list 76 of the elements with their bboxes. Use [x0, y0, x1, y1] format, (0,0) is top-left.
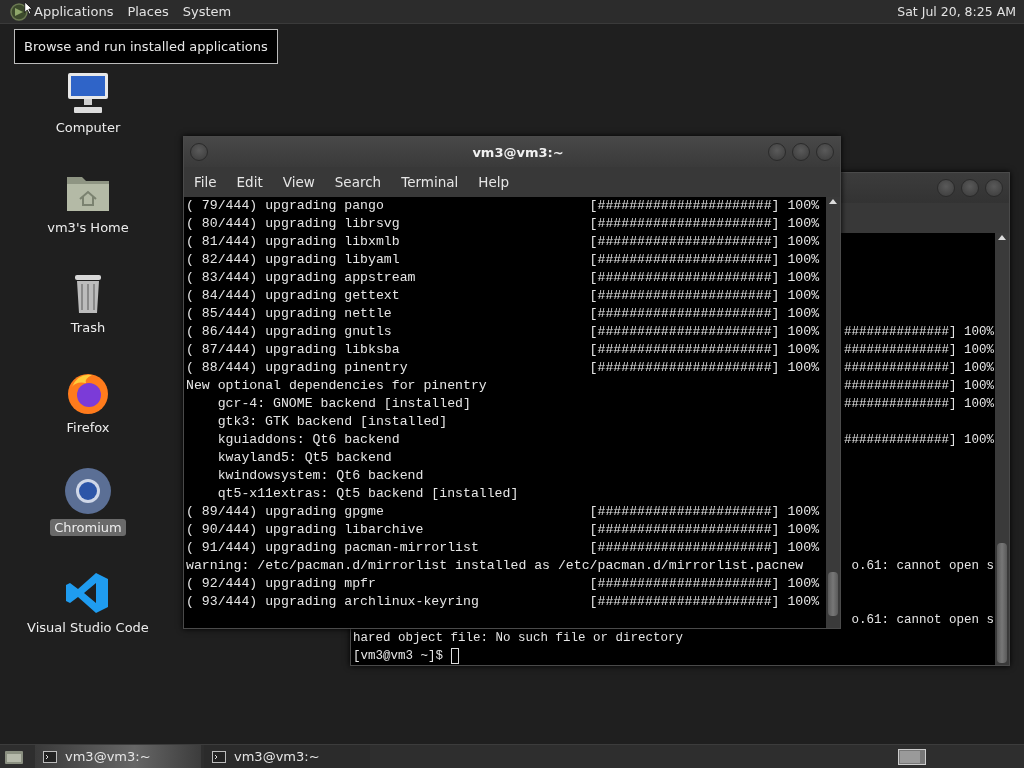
taskbar-button[interactable]: vm3@vm3:~ — [35, 745, 201, 768]
menu-item[interactable]: Edit — [236, 174, 263, 190]
menu-item[interactable]: Help — [478, 174, 510, 190]
panel-menu[interactable]: System — [182, 4, 232, 19]
terminal-line: ( 87/444) upgrading libksba — [186, 341, 401, 359]
desktop-icon-label[interactable]: Chromium — [50, 519, 126, 536]
show-desktop-icon[interactable] — [4, 748, 24, 765]
terminal-line: o.61: cannot open s — [851, 612, 994, 629]
terminal-line: hared object file: No such file or directory — [353, 630, 684, 647]
panel-menu[interactable]: Applications — [34, 4, 114, 19]
terminal-line: ##############] 100% — [843, 324, 994, 341]
menu-item[interactable]: View — [282, 174, 315, 190]
progress-text: [######################] 100% — [589, 593, 820, 611]
terminal-line: ( 93/444) upgrading archlinux-keyring — [186, 593, 480, 611]
workspace-switcher-icon[interactable] — [898, 748, 926, 765]
terminal-line: ( 85/444) upgrading nettle — [186, 305, 393, 323]
progress-text: [######################] 100% — [589, 305, 820, 323]
terminal-line: gtk3: GTK backend [installed] — [217, 413, 448, 431]
browser-icon[interactable] — [64, 467, 112, 515]
menu-item[interactable]: Search — [334, 174, 382, 190]
progress-text: [######################] 100% — [589, 539, 820, 557]
terminal-line: ##############] 100% — [843, 396, 994, 413]
menu-item[interactable]: Terminal — [401, 174, 459, 190]
terminal-line: ( 81/444) upgrading libxmlb — [186, 233, 401, 251]
terminal-line: o.61: cannot open s — [851, 558, 994, 575]
terminal-line: warning: /etc/pacman.d/mirrorlist installed as /etc/pacman.d/mirrorlist.pacnew — [186, 557, 804, 575]
progress-text: [######################] 100% — [589, 341, 820, 359]
terminal-line: ( 90/444) upgrading libarchive — [186, 521, 425, 539]
progress-text: [######################] 100% — [589, 521, 820, 539]
progress-text: [######################] 100% — [589, 359, 820, 377]
terminal-line: ( 91/444) upgrading pacman-mirrorlist — [186, 539, 480, 557]
terminal-line: ( 79/444) upgrading pango — [186, 197, 385, 215]
clock[interactable]: Sat Jul 20, 8:25 AM — [897, 4, 1016, 19]
text-cursor — [450, 648, 459, 664]
terminal-line: gcr-4: GNOME backend [installed] — [217, 395, 471, 413]
terminal-line: ( 83/444) upgrading appstream — [186, 269, 417, 287]
terminal-line: ( 89/444) upgrading gpgme — [186, 503, 385, 521]
terminal-icon — [43, 750, 57, 763]
terminal-icon — [212, 750, 226, 763]
terminal-line: ( 82/444) upgrading libyaml — [186, 251, 401, 269]
tooltip: Browse and run installed applications — [14, 29, 278, 64]
scrollbar[interactable] — [826, 197, 840, 628]
progress-text: [######################] 100% — [589, 215, 820, 233]
terminal-line: ( 92/444) upgrading mpfr — [186, 575, 377, 593]
terminal-line: ##############] 100% — [843, 432, 994, 449]
terminal-line: kguiaddons: Qt6 backend — [217, 431, 400, 449]
terminal-line: ##############] 100% — [843, 360, 994, 377]
progress-text: [######################] 100% — [589, 233, 820, 251]
menu-item[interactable]: File — [194, 174, 217, 190]
terminal-line: ( 86/444) upgrading gnutls — [186, 323, 393, 341]
desktop-icon-label[interactable]: Trash — [66, 319, 110, 336]
pointer-icon — [24, 1, 33, 15]
progress-text: [######################] 100% — [589, 503, 820, 521]
desktop-icon-label[interactable]: vm3's Home — [43, 219, 133, 236]
progress-text: [######################] 100% — [589, 287, 820, 305]
terminal-line: kwayland5: Qt5 backend — [217, 449, 392, 467]
terminal-line: ##############] 100% — [843, 378, 994, 395]
window-title: vm3@vm3:~ — [472, 144, 564, 160]
terminal-line: ( 88/444) upgrading pinentry — [186, 359, 409, 377]
desktop-icon-label[interactable]: Firefox — [62, 419, 114, 436]
progress-text: [######################] 100% — [589, 323, 820, 341]
progress-text: [######################] 100% — [589, 251, 820, 269]
terminal-line: ##############] 100% — [843, 342, 994, 359]
terminal-line: New optional dependencies for pinentry — [186, 377, 487, 395]
desktop-icon-label[interactable]: Computer — [51, 119, 125, 136]
terminal-line: ( 84/444) upgrading gettext — [186, 287, 401, 305]
progress-text: [######################] 100% — [589, 269, 820, 287]
terminal-line: qt5-x11extras: Qt5 backend [installed] — [217, 485, 519, 503]
progress-text: [######################] 100% — [589, 197, 820, 215]
desktop-icon-label[interactable]: Visual Studio Code — [23, 619, 153, 636]
panel-menu[interactable]: Places — [127, 4, 169, 19]
terminal-line: ( 80/444) upgrading librsvg — [186, 215, 401, 233]
progress-text: [######################] 100% — [589, 575, 820, 593]
shell-prompt: [vm3@vm3 ~]$ — [353, 648, 443, 665]
scrollbar[interactable] — [995, 233, 1009, 665]
terminal-line: kwindowsystem: Qt6 backend — [217, 467, 424, 485]
